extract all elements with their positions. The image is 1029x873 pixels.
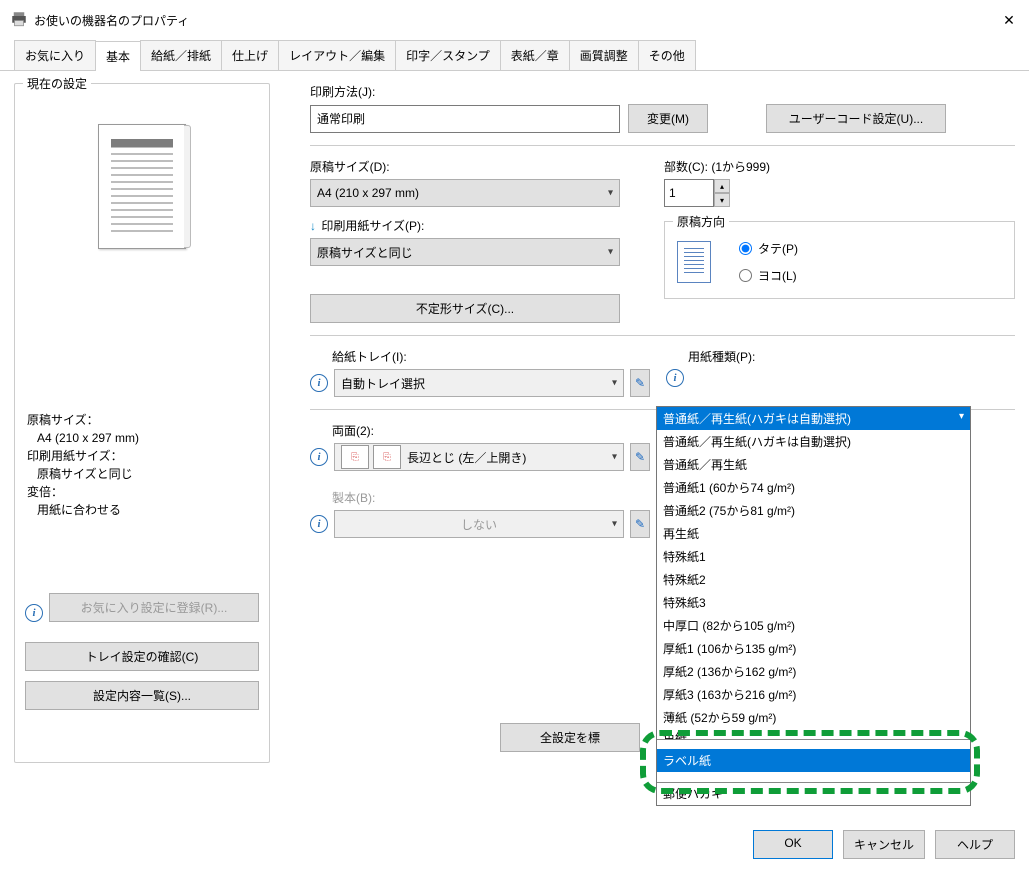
tab-stamp[interactable]: 印字／スタンプ xyxy=(395,40,501,70)
usercode-button[interactable]: ユーザーコード設定(U)... xyxy=(766,104,946,133)
paper-type-option[interactable]: 厚紙1 (106から135 g/m²) xyxy=(657,637,970,660)
pencil-icon: ✎ xyxy=(635,376,645,390)
info-icon[interactable]: i xyxy=(310,448,328,466)
cancel-button[interactable]: キャンセル xyxy=(843,830,925,859)
tab-layout[interactable]: レイアウト／編集 xyxy=(278,40,396,70)
paper-type-selected[interactable]: 普通紙／再生紙(ハガキは自動選択)▾ xyxy=(657,407,970,430)
paper-type-option[interactable]: 薄紙 (52から59 g/m²) xyxy=(657,706,970,729)
duplex-edit-button[interactable]: ✎ xyxy=(630,443,650,471)
print-method-label: 印刷方法(J): xyxy=(310,83,1015,100)
copies-input[interactable] xyxy=(664,179,714,207)
copies-spinner[interactable]: ▴▾ xyxy=(664,179,1015,207)
pencil-icon: ✎ xyxy=(635,517,645,531)
down-arrow-icon: ↓ xyxy=(310,219,316,233)
paper-type-dropdown-list[interactable]: 普通紙／再生紙(ハガキは自動選択)▾ 普通紙／再生紙(ハガキは自動選択) 普通紙… xyxy=(656,406,971,806)
paper-type-option[interactable]: 普通紙1 (60から74 g/m²) xyxy=(657,476,970,499)
register-favorite-button[interactable]: お気に入り設定に登録(R)... xyxy=(49,593,259,622)
paper-type-option[interactable]: 普通紙2 (75から81 g/m²) xyxy=(657,499,970,522)
paper-type-label: 用紙種類(P): xyxy=(688,348,1015,365)
paper-type-option-partial[interactable] xyxy=(657,739,970,749)
help-button[interactable]: ヘルプ xyxy=(935,830,1015,859)
paper-type-option[interactable]: 特殊紙2 xyxy=(657,568,970,591)
print-paper-dropdown[interactable]: 原稿サイズと同じ ▾ xyxy=(310,238,620,266)
pencil-icon: ✎ xyxy=(635,450,645,464)
window-title: お使いの機器名のプロパティ xyxy=(34,12,189,29)
current-settings-title: 現在の設定 xyxy=(23,75,91,92)
tab-other[interactable]: その他 xyxy=(638,40,696,70)
duplex-value: 長辺とじ (左／上開き) xyxy=(407,449,526,466)
printer-icon xyxy=(10,10,28,31)
tab-finishing[interactable]: 仕上げ xyxy=(221,40,279,70)
tab-quality[interactable]: 画質調整 xyxy=(569,40,639,70)
spin-down-icon[interactable]: ▾ xyxy=(714,193,730,207)
paper-type-option[interactable]: 色紙 xyxy=(657,729,970,739)
paper-type-option-partial[interactable] xyxy=(657,772,970,782)
reset-all-button[interactable]: 全設定を標 xyxy=(500,723,640,752)
orientation-landscape[interactable]: ヨコ(L) xyxy=(739,267,798,284)
info-scale-label: 変倍： xyxy=(27,483,259,501)
duplex-dropdown[interactable]: ⎘⎘ 長辺とじ (左／上開き) ▾ xyxy=(334,443,624,471)
tray-value: 自動トレイ選択 xyxy=(341,375,425,392)
info-scale-value: 用紙に合わせる xyxy=(27,501,259,519)
paper-type-option[interactable]: 普通紙／再生紙 xyxy=(657,453,970,476)
booklet-edit-button: ✎ xyxy=(630,510,650,538)
paper-type-option-partial[interactable]: 郵便ハカキ xyxy=(657,782,970,805)
tab-favorites[interactable]: お気に入り xyxy=(14,40,96,70)
info-docsize-value: A4 (210 x 297 mm) xyxy=(27,429,259,447)
custom-size-button[interactable]: 不定形サイズ(C)... xyxy=(310,294,620,323)
copies-label: 部数(C): (1から999) xyxy=(664,158,1015,175)
print-paper-value: 原稿サイズと同じ xyxy=(317,244,413,261)
doc-size-label: 原稿サイズ(D): xyxy=(310,158,630,175)
tab-cover[interactable]: 表紙／章 xyxy=(500,40,570,70)
info-docsize-label: 原稿サイズ： xyxy=(27,411,259,429)
info-icon[interactable]: i xyxy=(25,604,43,622)
orientation-label: 原稿方向 xyxy=(673,213,729,230)
info-icon[interactable]: i xyxy=(310,374,328,392)
change-button[interactable]: 変更(M) xyxy=(628,104,708,133)
chevron-down-icon: ▾ xyxy=(608,247,613,258)
duplex-icons: ⎘⎘ xyxy=(341,445,401,469)
paper-type-option[interactable]: 厚紙2 (136から162 g/m²) xyxy=(657,660,970,683)
paper-type-option[interactable]: 特殊紙1 xyxy=(657,545,970,568)
orientation-thumb xyxy=(677,241,711,283)
tab-paper-feed[interactable]: 給紙／排紙 xyxy=(140,40,222,70)
booklet-value: しない xyxy=(461,516,497,533)
print-method-value: 通常印刷 xyxy=(310,105,620,133)
tab-bar: お気に入り 基本 給紙／排紙 仕上げ レイアウト／編集 印字／スタンプ 表紙／章… xyxy=(0,40,1029,71)
settings-list-button[interactable]: 設定内容一覧(S)... xyxy=(25,681,259,710)
print-paper-label: 印刷用紙サイズ(P): xyxy=(321,219,424,233)
tray-dropdown[interactable]: 自動トレイ選択 ▾ xyxy=(334,369,624,397)
info-papersize-value: 原稿サイズと同じ xyxy=(27,465,259,483)
info-papersize-label: 印刷用紙サイズ： xyxy=(27,447,259,465)
info-icon[interactable]: i xyxy=(310,515,328,533)
chevron-down-icon: ▾ xyxy=(959,411,964,422)
preview-area xyxy=(25,102,259,407)
duplex-label: 両面(2): xyxy=(332,422,650,439)
ok-button[interactable]: OK xyxy=(753,830,833,859)
paper-type-option-highlighted[interactable]: ラベル紙 xyxy=(657,749,970,772)
doc-size-dropdown[interactable]: A4 (210 x 297 mm) ▾ xyxy=(310,179,620,207)
info-icon[interactable]: i xyxy=(666,369,684,387)
booklet-dropdown: しない ▾ xyxy=(334,510,624,538)
paper-type-option[interactable]: 特殊紙3 xyxy=(657,591,970,614)
chevron-down-icon: ▾ xyxy=(612,378,617,389)
spin-up-icon[interactable]: ▴ xyxy=(714,179,730,193)
doc-size-value: A4 (210 x 297 mm) xyxy=(317,186,419,200)
tray-confirm-button[interactable]: トレイ設定の確認(C) xyxy=(25,642,259,671)
tab-basic[interactable]: 基本 xyxy=(95,41,141,71)
paper-type-option[interactable]: 厚紙3 (163から216 g/m²) xyxy=(657,683,970,706)
tray-label: 給紙トレイ(I): xyxy=(332,348,650,365)
paper-type-option[interactable]: 普通紙／再生紙(ハガキは自動選択) xyxy=(657,430,970,453)
paper-type-option[interactable]: 再生紙 xyxy=(657,522,970,545)
chevron-down-icon: ▾ xyxy=(612,452,617,463)
tray-edit-button[interactable]: ✎ xyxy=(630,369,650,397)
orientation-portrait[interactable]: タテ(P) xyxy=(739,240,798,257)
chevron-down-icon: ▾ xyxy=(612,519,617,530)
booklet-label: 製本(B): xyxy=(332,489,650,506)
chevron-down-icon: ▾ xyxy=(608,188,613,199)
paper-type-option[interactable]: 中厚口 (82から105 g/m²) xyxy=(657,614,970,637)
close-icon[interactable]: ✕ xyxy=(999,10,1019,30)
